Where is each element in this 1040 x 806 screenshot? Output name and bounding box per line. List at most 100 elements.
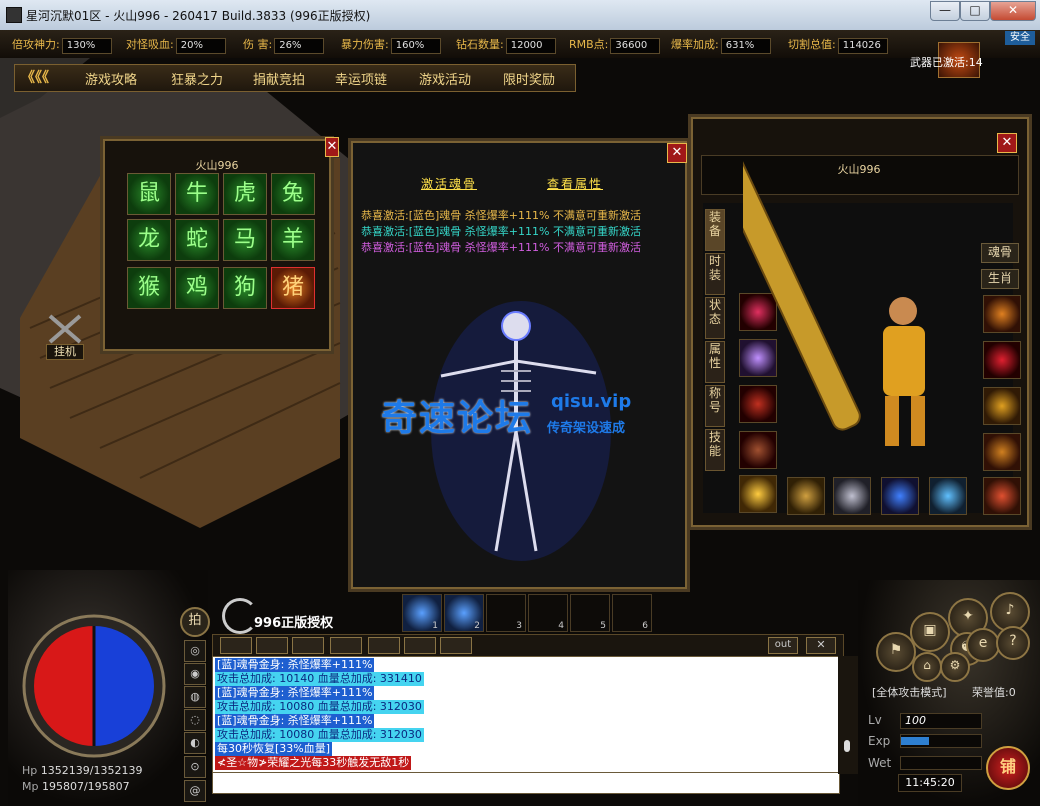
email-icon[interactable]: e [966,628,1000,662]
equip-slot-amulet[interactable] [983,341,1021,379]
stat-item: RMB点: 36600 [569,36,661,54]
bag-icon[interactable]: ▣ [910,612,950,652]
chat-tool-button[interactable] [330,637,362,654]
chat-tool-button[interactable] [404,637,436,654]
zodiac-tile-label: 虎 [233,181,256,206]
hotbar-slot[interactable]: 5 [570,594,610,632]
auction-button[interactable]: 拍 [180,607,210,637]
side-tab-skills[interactable]: 技能 [705,429,725,471]
zodiac-tile[interactable]: 狗 [223,267,267,309]
equip-slot-right-ring[interactable] [983,433,1021,471]
attack-mode[interactable]: [全体攻击模式] [872,684,947,700]
chat-line: 攻击总加成: 10080 血量总加成: 312030 [215,700,424,714]
side-tab-fashion[interactable]: 时装 [705,253,725,295]
auto-fight-button[interactable]: 挂机 [42,312,88,360]
maximize-button[interactable]: □ [960,1,990,21]
guild-icon[interactable]: ⚑ [876,632,916,672]
mp-readout: Mp 195807/195807 [22,780,130,793]
side-icon-3[interactable]: ◍ [184,686,206,708]
chat-tool-button[interactable] [440,637,472,654]
zodiac-tile[interactable]: 虎 [223,173,267,215]
equip-slot-medal[interactable] [983,295,1021,333]
stat-label: 切割总值: [788,38,836,51]
weapon-activate-text: 武器已激活:14 [910,54,983,70]
equip-slot-stone[interactable] [881,477,919,515]
zodiac-tile[interactable]: 猴 [127,267,171,309]
activation-line: 恭喜激活:[蓝色]魂骨 杀怪爆率+111% 不满意可重新激活 [361,241,641,254]
mp-label: Mp [22,780,39,793]
menu-item-guide[interactable]: 游戏攻略 [85,69,137,88]
safe-zone-badge: 安全 [1005,31,1035,45]
side-tab-equip[interactable]: 装备 [705,209,725,251]
menu-item-rage[interactable]: 狂暴之力 [171,69,223,88]
chat-line: [蓝]魂骨金身: 杀怪爆率+111% [215,658,375,672]
zodiac-close-button[interactable]: ✕ [325,137,339,157]
chat-input[interactable] [212,772,840,794]
zodiac-tile[interactable]: 牛 [175,173,219,215]
activation-line: 恭喜激活:[蓝色]魂骨 杀怪爆率+111% 不满意可重新激活 [361,225,641,238]
watermark-main: 奇速论坛 [381,398,534,439]
soul-close-button[interactable]: ✕ [667,143,687,163]
equip-slot-belt[interactable] [787,477,825,515]
side-icon-7[interactable]: @ [184,780,206,802]
chat-log[interactable]: [蓝]魂骨金身: 杀怪爆率+111% 攻击总加成: 10140 血量总加成: 3… [212,656,840,773]
minimize-button[interactable]: — [930,1,960,21]
hotbar-slot[interactable]: 4 [528,594,568,632]
hotbar-slot[interactable]: 1 [402,594,442,632]
zodiac-tile-label: 鸡 [185,275,208,300]
chat-tool-button[interactable] [368,637,400,654]
hotbar-slot[interactable]: 3 [486,594,526,632]
equip-slot-boots[interactable] [833,477,871,515]
equip-slot-sky[interactable] [739,475,777,513]
menu-item-events[interactable]: 游戏活动 [419,69,471,88]
zodiac-tile[interactable]: 鼠 [127,173,171,215]
tab-view-attributes[interactable]: 查看属性 [547,175,603,192]
menu-item-necklace[interactable]: 幸运项链 [335,69,387,88]
side-icon-1[interactable]: ◎ [184,640,206,662]
zodiac-tile[interactable]: 兔 [271,173,315,215]
equip-slot-charm[interactable] [929,477,967,515]
hp-mp-orb [22,614,166,758]
hotbar-slot[interactable]: 2 [444,594,484,632]
zodiac-button[interactable]: 生肖 [981,269,1019,289]
tab-activate-soul[interactable]: 激活魂骨 [421,175,477,192]
hotbar-slot[interactable]: 6 [612,594,652,632]
side-icon-5[interactable]: ◐ [184,732,206,754]
side-icon-2[interactable]: ◉ [184,663,206,685]
soul-bone-button[interactable]: 魂骨 [981,243,1019,263]
menu-collapse-button[interactable]: 《《《 [21,67,49,87]
stat-item: 钻石数量: 12000 [456,36,556,54]
close-window-button[interactable]: ✕ [990,1,1036,21]
equip-close-button[interactable]: ✕ [997,133,1017,153]
top-menu: 《《《 游戏攻略 狂暴之力 捐献竞拍 幸运项链 游戏活动 限时奖励 [14,64,576,92]
chat-scroll-thumb[interactable] [844,740,850,752]
equip-slot-gem[interactable] [983,477,1021,515]
mp-value: 195807/195807 [41,780,130,793]
side-icon-6[interactable]: ⊙ [184,756,206,778]
side-tab-title[interactable]: 称号 [705,385,725,427]
help-icon[interactable]: ? [996,626,1030,660]
chat-tool-button[interactable] [292,637,324,654]
chat-tool-button[interactable] [256,637,288,654]
zodiac-tile-selected[interactable]: 猪 [271,267,315,309]
side-icon-4[interactable]: ◌ [184,709,206,731]
equip-slot-right-bracelet[interactable] [983,387,1021,425]
menu-item-rewards[interactable]: 限时奖励 [503,69,555,88]
side-tab-attributes[interactable]: 属性 [705,341,725,383]
chat-tool-button[interactable] [220,637,252,654]
zodiac-tile[interactable]: 马 [223,219,267,261]
zodiac-tile[interactable]: 龙 [127,219,171,261]
chat-line: 每30秒恢复[33%血量] [215,742,333,756]
menu-item-auction[interactable]: 捐献竞拍 [253,69,305,88]
chat-out-button[interactable]: out [768,637,798,654]
shop-button[interactable]: 铺 [986,746,1030,790]
settings-icon[interactable]: ⚙ [940,652,970,682]
zodiac-tile[interactable]: 蛇 [175,219,219,261]
side-tab-status[interactable]: 状态 [705,297,725,339]
zodiac-tile[interactable]: 羊 [271,219,315,261]
chat-close-button[interactable]: ✕ [806,637,836,654]
hotbar-slot-number: 3 [516,621,522,631]
map-icon[interactable]: ⌂ [912,652,942,682]
zodiac-tile[interactable]: 鸡 [175,267,219,309]
chat-scrollbar[interactable] [838,656,858,774]
